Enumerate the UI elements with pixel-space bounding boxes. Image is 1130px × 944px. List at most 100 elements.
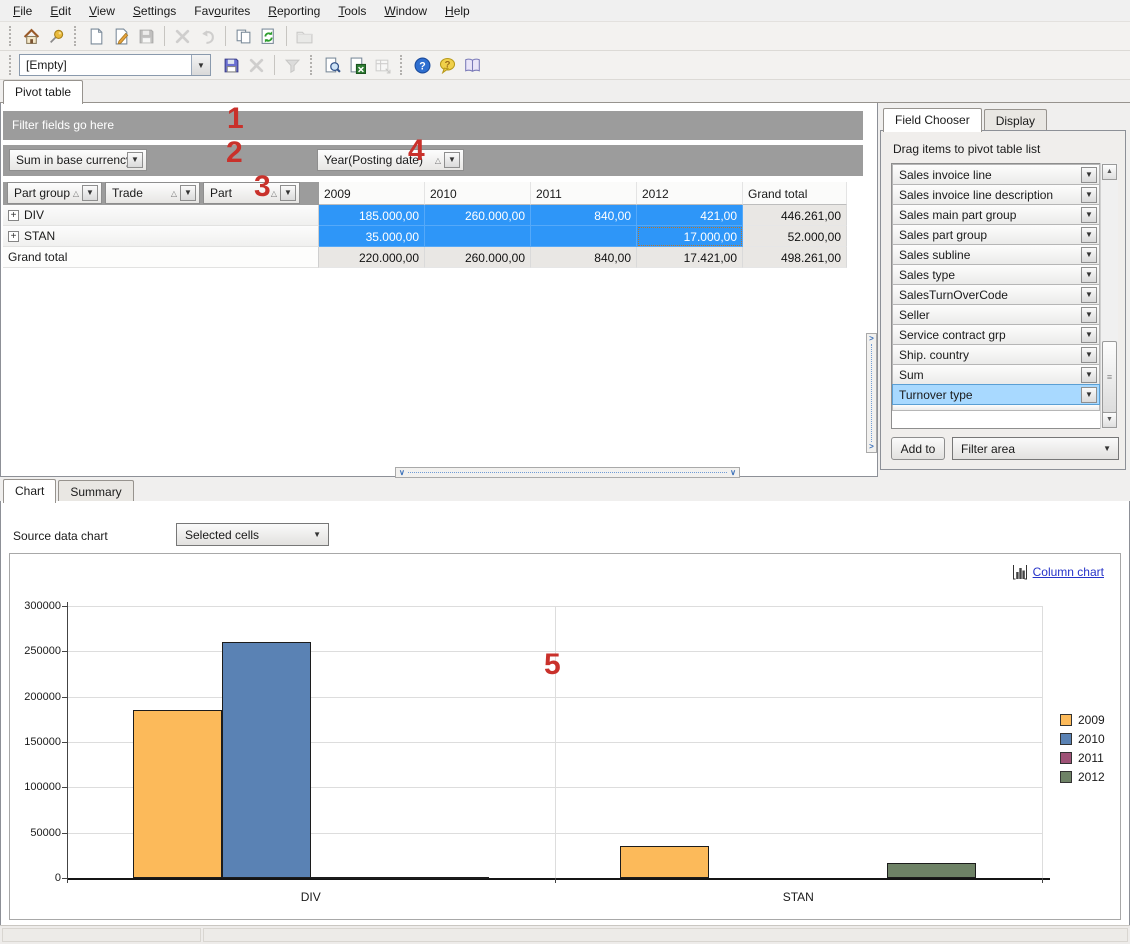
field-button-year-posting-date[interactable]: Year(Posting date) △ ▼ <box>317 149 464 171</box>
bar-stan-2012[interactable] <box>887 863 976 878</box>
menu-item-window[interactable]: Window <box>375 2 436 20</box>
bar-div-2011[interactable] <box>311 877 400 879</box>
chevron-down-icon[interactable]: ▼ <box>1081 287 1097 303</box>
tab-pivot-table[interactable]: Pivot table <box>3 80 83 104</box>
hint-button[interactable]: ? <box>435 53 460 77</box>
chevron-down-icon[interactable]: ▼ <box>1081 347 1097 363</box>
scroll-up-icon[interactable]: ▲ <box>1102 164 1117 180</box>
save-button[interactable] <box>219 53 244 77</box>
menu-item-settings[interactable]: Settings <box>124 2 185 20</box>
filter-fields-area[interactable]: Filter fields go here <box>3 111 863 140</box>
expand-icon[interactable]: + <box>8 231 19 242</box>
data-cell[interactable]: 260.000,00 <box>425 205 531 226</box>
preset-combobox[interactable]: [Empty] ▼ <box>19 54 211 76</box>
chevron-down-icon[interactable]: ▼ <box>280 185 296 201</box>
chevron-down-icon[interactable]: ▼ <box>1081 307 1097 323</box>
menu-item-view[interactable]: View <box>80 2 124 20</box>
manual-button[interactable] <box>460 53 485 77</box>
scrollbar-thumb[interactable]: ≡ <box>1102 341 1117 413</box>
field-button-sum-in-base-currency[interactable]: Sum in base currency ▼ <box>9 149 147 171</box>
chevron-down-icon[interactable]: ▼ <box>1081 367 1097 383</box>
column-chart-link[interactable]: Column chart <box>1012 564 1104 580</box>
data-cell[interactable]: 185.000,00 <box>319 205 425 226</box>
field-item-sales-subline[interactable]: Sales subline▼ <box>892 244 1100 265</box>
tab-field-chooser[interactable]: Field Chooser <box>883 108 982 132</box>
column-header-grand-total[interactable]: Grand total <box>743 182 847 205</box>
field-button-part-group[interactable]: Part group△▼ <box>7 182 102 204</box>
tab-display[interactable]: Display <box>984 109 1047 131</box>
chevron-down-icon[interactable]: ▼ <box>1081 267 1097 283</box>
menu-item-help[interactable]: Help <box>436 2 479 20</box>
row-label-stan[interactable]: +STAN <box>3 226 319 247</box>
data-cell[interactable]: 17.421,00 <box>637 247 743 268</box>
field-button-trade[interactable]: Trade△▼ <box>105 182 200 204</box>
chevron-down-icon[interactable]: ∨ <box>727 468 739 477</box>
data-cell[interactable]: 840,00 <box>531 205 637 226</box>
row-label-div[interactable]: +DIV <box>3 205 319 226</box>
data-cell[interactable]: 220.000,00 <box>319 247 425 268</box>
bar-div-2010[interactable] <box>222 642 311 878</box>
data-cell[interactable]: 840,00 <box>531 247 637 268</box>
field-item-sales-part-group[interactable]: Sales part group▼ <box>892 224 1100 245</box>
chevron-down-icon[interactable]: ▼ <box>1081 247 1097 263</box>
column-header-2009[interactable]: 2009 <box>319 182 425 205</box>
data-cell[interactable] <box>425 226 531 247</box>
data-cell[interactable]: 35.000,00 <box>319 226 425 247</box>
menu-item-edit[interactable]: Edit <box>41 2 80 20</box>
menu-item-tools[interactable]: Tools <box>329 2 375 20</box>
column-header-2010[interactable]: 2010 <box>425 182 531 205</box>
column-header-2012[interactable]: 2012 <box>637 182 743 205</box>
bar-stan-2009[interactable] <box>620 846 709 878</box>
total-cell[interactable]: 498.261,00 <box>743 247 847 268</box>
chevron-down-icon[interactable]: ∨ <box>396 468 408 477</box>
source-data-dropdown[interactable]: Selected cells ▼ <box>176 523 329 546</box>
menu-item-favourites[interactable]: Favourites <box>185 2 259 20</box>
preview-button[interactable] <box>320 53 345 77</box>
field-list-scrollbar[interactable]: ▲ ≡ ▼ <box>1100 163 1118 429</box>
copy-button[interactable] <box>231 24 256 48</box>
chevron-down-icon[interactable]: ▼ <box>127 152 143 168</box>
chevron-down-icon[interactable]: ▼ <box>1081 167 1097 183</box>
target-area-dropdown[interactable]: Filter area ▼ <box>952 437 1119 460</box>
field-item-sales-invoice-line-description[interactable]: Sales invoice line description▼ <box>892 184 1100 205</box>
menu-item-reporting[interactable]: Reporting <box>259 2 329 20</box>
bar-div-2009[interactable] <box>133 710 222 878</box>
chevron-right-icon[interactable]: > <box>869 442 874 452</box>
field-item-sum[interactable]: Sum▼ <box>892 364 1100 385</box>
row-label-grand-total[interactable]: Grand total <box>3 247 319 268</box>
export-excel-button[interactable] <box>345 53 370 77</box>
total-cell[interactable]: 52.000,00 <box>743 226 847 247</box>
pin-button[interactable] <box>44 24 69 48</box>
horizontal-splitter[interactable]: ∨ ∨ <box>395 467 740 478</box>
edit-document-button[interactable] <box>109 24 134 48</box>
add-to-button[interactable]: Add to <box>891 437 945 460</box>
field-item-sales-type[interactable]: Sales type▼ <box>892 264 1100 285</box>
chevron-down-icon[interactable]: ▼ <box>1081 207 1097 223</box>
chevron-down-icon[interactable]: ▼ <box>1081 387 1097 403</box>
data-cell[interactable]: 17.000,00 <box>637 226 743 247</box>
chevron-down-icon[interactable]: ▼ <box>1081 227 1097 243</box>
menu-item-file[interactable]: File <box>4 2 41 20</box>
chevron-down-icon[interactable]: ▼ <box>1081 327 1097 343</box>
refresh-button[interactable] <box>256 24 281 48</box>
chevron-down-icon[interactable]: ▼ <box>191 55 210 75</box>
scroll-down-icon[interactable]: ▼ <box>1102 412 1117 428</box>
field-item-ship-country[interactable]: Ship. country▼ <box>892 344 1100 365</box>
data-cell[interactable] <box>531 226 637 247</box>
field-button-part[interactable]: Part△▼ <box>203 182 300 204</box>
field-item-salesturnovercode[interactable]: SalesTurnOverCode▼ <box>892 284 1100 305</box>
chevron-right-icon[interactable]: > <box>869 334 874 344</box>
data-cell[interactable]: 421,00 <box>637 205 743 226</box>
total-cell[interactable]: 446.261,00 <box>743 205 847 226</box>
help-button[interactable]: ? <box>410 53 435 77</box>
expand-icon[interactable]: + <box>8 210 19 221</box>
bar-div-2012[interactable] <box>400 877 489 879</box>
field-item-sales-main-part-group[interactable]: Sales main part group▼ <box>892 204 1100 225</box>
chevron-down-icon[interactable]: ▼ <box>444 152 460 168</box>
tab-summary[interactable]: Summary <box>58 480 133 502</box>
data-cell[interactable]: 260.000,00 <box>425 247 531 268</box>
vertical-splitter[interactable]: > > <box>866 333 877 453</box>
chevron-down-icon[interactable]: ▼ <box>1081 187 1097 203</box>
chevron-down-icon[interactable]: ▼ <box>180 185 196 201</box>
tab-chart[interactable]: Chart <box>3 479 56 503</box>
